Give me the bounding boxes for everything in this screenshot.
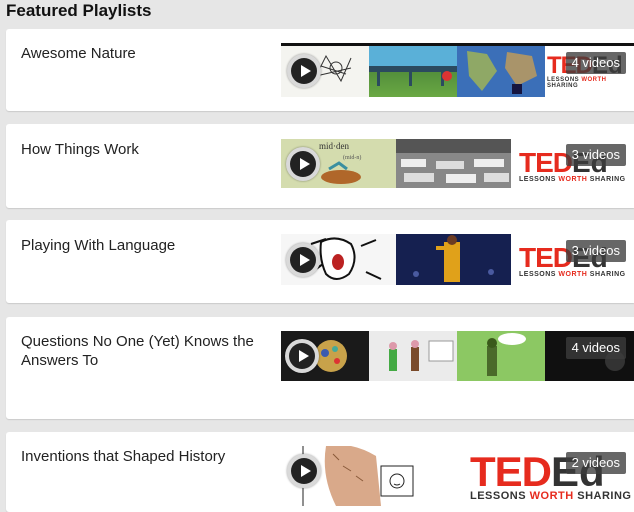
svg-text:mid·den: mid·den xyxy=(319,141,349,151)
thumbnail[interactable] xyxy=(396,234,511,285)
video-count-badge: 3 videos xyxy=(565,144,626,166)
playlist-thumbnails[interactable]: TEDEd LESSONS WORTH SHARING 3 videos xyxy=(281,234,634,285)
video-count-badge: 4 videos xyxy=(565,52,626,74)
play-icon[interactable] xyxy=(287,454,321,488)
playlist-title[interactable]: Questions No One (Yet) Knows the Answers… xyxy=(21,332,271,370)
video-count-badge: 3 videos xyxy=(565,240,626,262)
playlist-card[interactable]: How Things Work mid·den (mid-n) TED LESS… xyxy=(6,124,634,208)
play-icon[interactable] xyxy=(286,243,320,277)
illustration xyxy=(369,331,457,381)
thumbnail[interactable] xyxy=(369,46,457,97)
thumbnail[interactable] xyxy=(369,331,457,381)
playlist-title[interactable]: Awesome Nature xyxy=(21,44,271,63)
thumbnail[interactable] xyxy=(457,331,545,381)
illustration xyxy=(457,331,545,381)
playlist-card[interactable]: Questions No One (Yet) Knows the Answers… xyxy=(6,317,634,419)
playlist-title[interactable]: Inventions that Shaped History xyxy=(21,447,271,466)
illustration xyxy=(369,66,457,86)
video-count-badge: 2 videos xyxy=(565,452,626,474)
section-title: Featured Playlists xyxy=(6,1,152,20)
play-icon[interactable] xyxy=(286,147,320,181)
illustration xyxy=(413,235,494,282)
playlist-thumbnails[interactable]: TEDEd LESSONS WORTH SHARING 2 videos xyxy=(281,446,634,506)
svg-text:(mid-n): (mid-n) xyxy=(343,154,361,161)
play-icon[interactable] xyxy=(287,54,321,88)
playlist-thumbnails[interactable]: mid·den (mid-n) TEDEd LESSONS WORTH SHAR… xyxy=(281,139,634,188)
thumbnail[interactable] xyxy=(457,46,545,97)
play-icon[interactable] xyxy=(285,339,319,373)
video-count-badge: 4 videos xyxy=(565,337,626,359)
playlist-card[interactable]: Playing With Language TEDEd LESSONS WORT… xyxy=(6,220,634,303)
thumbnail[interactable] xyxy=(396,139,511,188)
playlist-thumbnails[interactable]: TEDEd LESSONS WORTH SHARING 4 videos xyxy=(281,43,634,97)
playlist-thumbnails[interactable]: 4 videos xyxy=(281,331,634,381)
illustration xyxy=(467,51,537,94)
playlist-card[interactable]: Awesome Nature LESSONS WORTH SHARING 4 v… xyxy=(6,29,634,111)
playlist-title[interactable]: Playing With Language xyxy=(21,236,271,255)
illustration xyxy=(396,139,511,183)
playlist-title[interactable]: How Things Work xyxy=(21,140,271,159)
playlist-card[interactable]: Inventions that Shaped History TEDEd LES… xyxy=(6,432,634,512)
